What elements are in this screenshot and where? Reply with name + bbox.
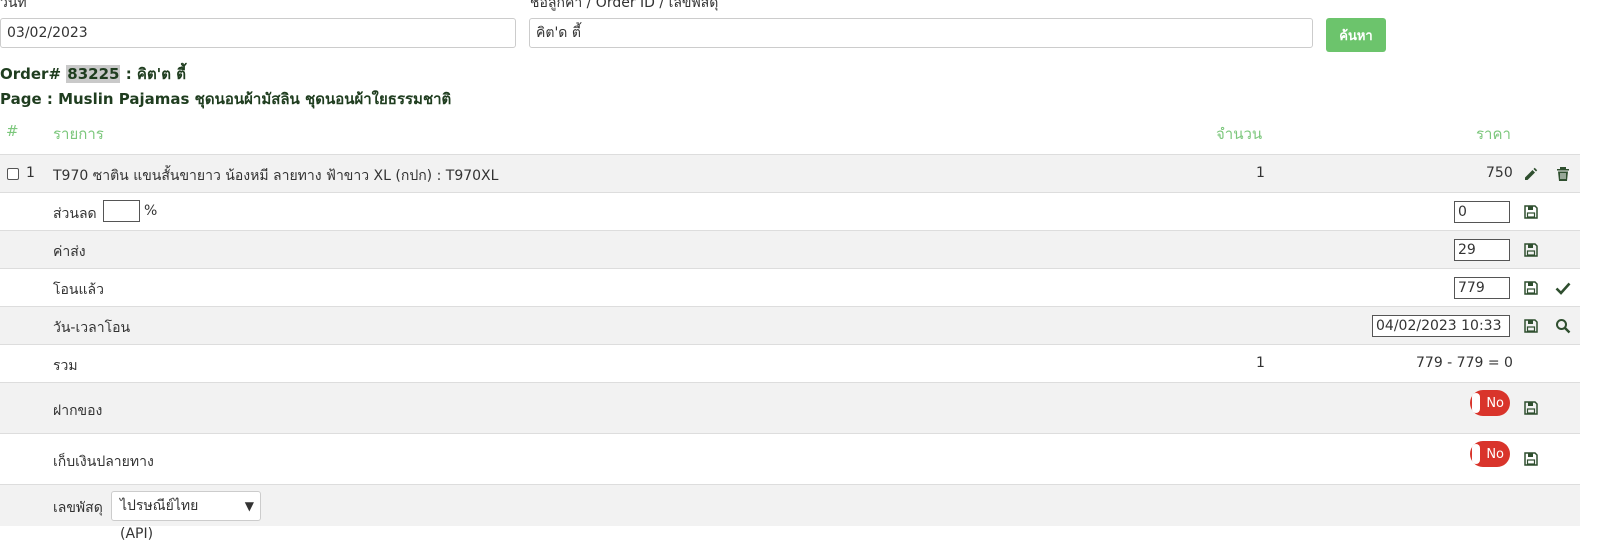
- save-icon[interactable]: [1522, 450, 1540, 468]
- carrier-select-value: ไปรษณีย์ไทย (API): [120, 498, 199, 542]
- trash-icon[interactable]: [1554, 165, 1572, 183]
- shipping-value-input[interactable]: 29: [1454, 239, 1510, 261]
- table-row-tracking: เลขพัสดุ ไปรษณีย์ไทย (API) ▼: [0, 484, 1580, 542]
- item-name: T970 ซาติน แขนสั้นขายาว น้องหมี ลายทาง ฟ…: [53, 168, 499, 184]
- item-price: 750: [1486, 165, 1513, 181]
- col-header-index: #: [6, 122, 19, 140]
- table-row-total: รวม 1 779 - 779 = 0: [0, 344, 1580, 382]
- save-icon[interactable]: [1522, 399, 1540, 417]
- search-query-input[interactable]: คิต'ด ตี้: [529, 18, 1313, 48]
- total-label: รวม: [53, 358, 78, 374]
- table-row-transfer-time: วัน-เวลาโอน 04/02/2023 10:33: [0, 306, 1580, 344]
- save-icon[interactable]: [1522, 241, 1540, 259]
- deposit-toggle-label: No: [1486, 395, 1504, 411]
- total-formula: 779 - 779 = 0: [1416, 355, 1513, 371]
- order-prefix: Order#: [0, 65, 62, 83]
- item-index: 1: [26, 165, 35, 181]
- cod-toggle-label: No: [1486, 446, 1504, 462]
- table-row-paid: โอนแล้ว 779: [0, 268, 1580, 306]
- edit-icon[interactable]: [1522, 165, 1540, 183]
- tracking-label: เลขพัสดุ: [53, 500, 103, 516]
- chevron-down-icon: ▼: [244, 499, 254, 513]
- carrier-select[interactable]: ไปรษณีย์ไทย (API) ▼: [111, 491, 261, 542]
- col-header-price: ราคา: [1476, 125, 1511, 143]
- total-qty: 1: [1256, 355, 1265, 371]
- transfer-time-input[interactable]: 04/02/2023 10:33: [1372, 315, 1510, 337]
- paid-value-input[interactable]: 779: [1454, 277, 1510, 299]
- cod-toggle[interactable]: No: [1470, 441, 1510, 467]
- shipping-label: ค่าส่ง: [53, 244, 86, 260]
- search-query-label: ชื่อลูกค้า / Order ID / เลขพัสดุ: [530, 0, 719, 11]
- transfer-time-label: วัน-เวลาโอน: [53, 320, 131, 336]
- deposit-toggle[interactable]: No: [1470, 390, 1510, 416]
- order-customer: : คิต'ต ตี้: [125, 65, 186, 83]
- col-header-item: รายการ: [53, 125, 104, 143]
- item-checkbox[interactable]: [7, 168, 19, 180]
- date-label: วันที่: [0, 0, 27, 11]
- paid-label: โอนแล้ว: [53, 282, 104, 298]
- search-icon[interactable]: [1554, 317, 1572, 335]
- order-id: 83225: [66, 65, 121, 83]
- save-icon[interactable]: [1522, 279, 1540, 297]
- deposit-label: ฝากของ: [53, 403, 103, 419]
- discount-label: ส่วนลด: [53, 206, 97, 222]
- save-icon[interactable]: [1522, 317, 1540, 335]
- table-row-discount: ส่วนลด % 0: [0, 192, 1580, 230]
- save-icon[interactable]: [1522, 203, 1540, 221]
- table-row-deposit: ฝากของ No: [0, 382, 1580, 433]
- col-header-qty: จำนวน: [1216, 125, 1263, 143]
- search-button[interactable]: ค้นหา: [1326, 18, 1386, 52]
- discount-value-input[interactable]: 0: [1454, 201, 1510, 223]
- table-row-item: 1 T970 ซาติน แขนสั้นขายาว น้องหมี ลายทาง…: [0, 154, 1580, 192]
- check-icon[interactable]: [1554, 279, 1572, 297]
- order-title: Order# 83225 : คิต'ต ตี้: [0, 62, 186, 86]
- cod-label: เก็บเงินปลายทาง: [53, 454, 154, 470]
- table-row-cod: เก็บเงินปลายทาง No: [0, 433, 1580, 484]
- table-row-shipping: ค่าส่ง 29: [0, 230, 1580, 268]
- percent-sign: %: [144, 203, 158, 219]
- discount-percent-input[interactable]: [103, 200, 140, 222]
- date-input[interactable]: 03/02/2023: [0, 18, 516, 48]
- page-title: Page : Muslin Pajamas ชุดนอนผ้ามัสลิน ชุ…: [0, 90, 452, 108]
- item-qty: 1: [1256, 165, 1265, 181]
